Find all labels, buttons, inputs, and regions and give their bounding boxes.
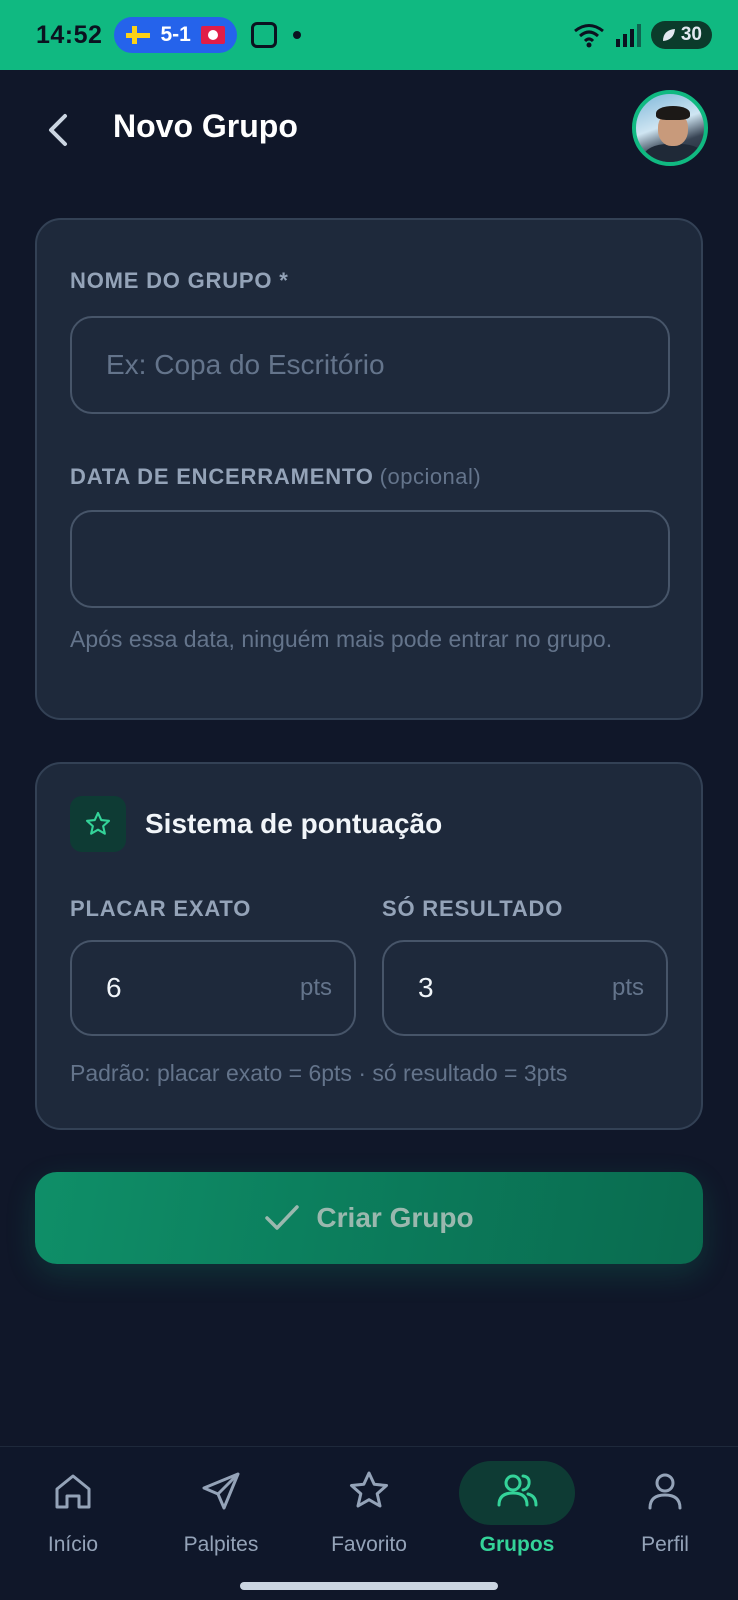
scoring-title: Sistema de pontuação [145,808,443,839]
status-icons: 30 [573,21,712,49]
page-title: Novo Grupo [113,108,298,144]
scoring-header-icon [70,796,126,852]
result-only-input[interactable]: 3 pts [382,940,668,1036]
leaf-icon [662,29,675,41]
live-score-pill[interactable]: 5-1 [114,17,237,53]
end-date-optional: (opcional) [379,464,482,489]
home-indicator[interactable] [240,1582,498,1590]
end-date-label-text: DATA DE ENCERRAMENTO [70,464,374,489]
create-group-label: Criar Grupo [316,1202,474,1233]
end-date-label: DATA DE ENCERRAMENTO (opcional) [70,464,481,490]
status-time: 14:52 [36,20,103,49]
nav-label-perfil: Perfil [641,1533,689,1556]
screen: 14:52 5-1 30 Novo Grupo NOME DO GRUPO * … [0,0,738,1600]
create-group-button[interactable]: Criar Grupo [35,1172,703,1264]
back-button[interactable] [38,108,78,152]
tunisia-flag-icon [200,26,225,44]
exact-score-value: 6 [106,972,122,1003]
sweden-flag-icon [126,26,151,44]
end-date-field[interactable] [70,510,670,608]
send-icon [202,1472,240,1510]
nav-item-grupos[interactable]: Grupos [452,1447,582,1571]
nav-item-perfil[interactable]: Perfil [600,1447,730,1571]
users-icon [497,1474,538,1507]
bottom-nav: Início Palpites Favorito Grupos Perfil [0,1446,738,1570]
status-bar: 14:52 5-1 30 [0,0,738,70]
user-icon [648,1473,682,1510]
live-score: 5-1 [160,23,191,46]
nav-label-favorito: Favorito [331,1533,407,1556]
screenshot-icon [250,22,277,48]
nav-label-palpites: Palpites [183,1533,259,1556]
result-only-value: 3 [418,972,434,1003]
nav-item-favorito[interactable]: Favorito [304,1447,434,1571]
result-only-label: SÓ RESULTADO [382,896,564,921]
chevron-left-icon [49,114,67,146]
nav-label-inicio: Início [47,1533,99,1556]
end-date-helper: Após essa data, ninguém mais pode entrar… [70,626,613,652]
result-only-unit: pts [611,974,644,1001]
notification-dot-icon [292,31,301,39]
app-header: Novo Grupo [0,70,738,190]
battery-level: 30 [680,24,702,45]
signal-icon [615,24,641,47]
home-icon [55,1474,91,1509]
exact-score-unit: pts [299,974,332,1001]
star-icon [350,1471,388,1508]
check-icon [265,1205,300,1230]
exact-score-input[interactable]: 6 pts [70,940,356,1036]
group-name-input[interactable] [70,316,670,414]
nav-label-grupos: Grupos [479,1533,555,1556]
wifi-icon [573,24,604,48]
group-name-label: NOME DO GRUPO * [70,268,289,293]
scoring-card: Sistema de pontuação PLACAR EXATO SÓ RES… [35,762,703,1130]
nav-item-inicio[interactable]: Início [8,1447,138,1571]
group-info-card: NOME DO GRUPO * DATA DE ENCERRAMENTO(opc… [35,218,703,720]
scoring-helper: Padrão: placar exato = 6pts · só resulta… [70,1060,568,1086]
exact-score-label: PLACAR EXATO [70,896,252,921]
star-icon [85,811,111,835]
battery-indicator: 30 [650,21,712,49]
avatar[interactable] [632,90,708,166]
nav-item-palpites[interactable]: Palpites [156,1447,286,1571]
